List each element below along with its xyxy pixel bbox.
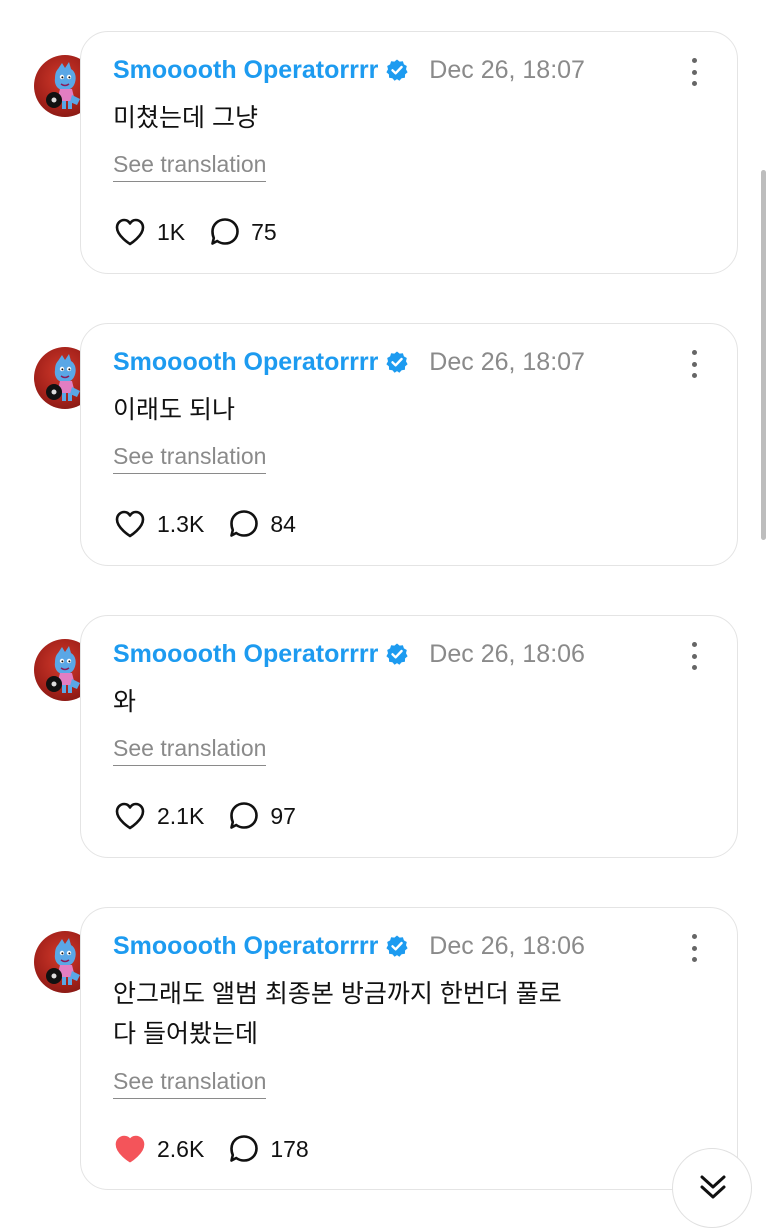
like-button[interactable]: 1K: [113, 216, 185, 248]
verified-badge-icon: [385, 58, 409, 82]
post-header: Smooooth Operatorrrr Dec 26, 18:07: [113, 55, 585, 85]
username[interactable]: Smooooth Operatorrrr: [113, 932, 378, 961]
post-text-line: 미쳤는데 그냥: [113, 104, 258, 132]
comment-count: 178: [270, 1135, 309, 1162]
verified-badge-icon: [385, 642, 409, 666]
comment-count: 97: [270, 802, 296, 829]
like-button[interactable]: 2.1K: [113, 800, 204, 832]
post-text: 이래도 되나: [113, 390, 673, 430]
speech-bubble-icon: [209, 216, 241, 248]
verified-badge-icon: [385, 350, 409, 374]
scroll-down-button[interactable]: [672, 1148, 752, 1228]
post-text: 미쳤는데 그냥: [113, 98, 673, 138]
post-date: Dec 26, 18:06: [429, 639, 585, 668]
post-text-line: 이래도 되나: [113, 396, 235, 424]
heart-icon: [113, 800, 147, 832]
speech-bubble-icon: [228, 800, 260, 832]
post-text: 와: [113, 682, 673, 722]
comment-count: 75: [251, 218, 277, 245]
post-date: Dec 26, 18:06: [429, 931, 585, 960]
username[interactable]: Smooooth Operatorrrr: [113, 56, 378, 85]
post-actions: 2.6K 178: [113, 1133, 309, 1165]
comment-button[interactable]: 75: [209, 216, 277, 248]
post-date: Dec 26, 18:07: [429, 55, 585, 84]
post-actions: 2.1K 97: [113, 800, 296, 832]
more-options-icon[interactable]: [689, 934, 699, 962]
post-header: Smooooth Operatorrrr Dec 26, 18:06: [113, 639, 585, 669]
post-header: Smooooth Operatorrrr Dec 26, 18:07: [113, 347, 585, 377]
scrollbar[interactable]: [761, 170, 766, 540]
more-options-icon[interactable]: [689, 58, 699, 86]
heart-icon: [113, 216, 147, 248]
post-card: Smooooth Operatorrrr Dec 26, 18:06 안그래도 …: [80, 907, 738, 1190]
comment-button[interactable]: 178: [228, 1133, 309, 1165]
post-date: Dec 26, 18:07: [429, 347, 585, 376]
comment-button[interactable]: 97: [228, 800, 296, 832]
like-count: 1K: [157, 218, 186, 245]
post-actions: 1K 75: [113, 216, 277, 248]
verified-badge-icon: [385, 934, 409, 958]
username[interactable]: Smooooth Operatorrrr: [113, 640, 378, 669]
speech-bubble-icon: [228, 508, 260, 540]
heart-icon: [113, 508, 147, 540]
like-count: 1.3K: [157, 510, 205, 537]
speech-bubble-icon: [228, 1133, 260, 1165]
post-card: Smooooth Operatorrrr Dec 26, 18:07 이래도 되…: [80, 323, 738, 566]
see-translation-link[interactable]: See translation: [113, 735, 267, 766]
heart-icon: [113, 1133, 147, 1165]
post-card: Smooooth Operatorrrr Dec 26, 18:07 미쳤는데 …: [80, 31, 738, 274]
post-header: Smooooth Operatorrrr Dec 26, 18:06: [113, 931, 585, 961]
comment-count: 84: [270, 510, 296, 537]
see-translation-link[interactable]: See translation: [113, 151, 267, 182]
username[interactable]: Smooooth Operatorrrr: [113, 348, 378, 377]
more-options-icon[interactable]: [689, 642, 699, 670]
see-translation-link[interactable]: See translation: [113, 1068, 267, 1099]
post-text-line: 와: [113, 688, 137, 716]
post-text: 안그래도 앨범 최종본 방금까지 한번더 풀로 다 들어봤는데: [113, 974, 673, 1054]
like-count: 2.6K: [157, 1135, 205, 1162]
post-card: Smooooth Operatorrrr Dec 26, 18:06 와 See…: [80, 615, 738, 858]
post-actions: 1.3K 84: [113, 508, 296, 540]
post-text-line: 안그래도 앨범 최종본 방금까지 한번더 풀로: [113, 980, 562, 1008]
post-text-line: 다 들어봤는데: [113, 1020, 258, 1048]
double-chevron-down-icon: [700, 1175, 726, 1199]
see-translation-link[interactable]: See translation: [113, 443, 267, 474]
like-count: 2.1K: [157, 802, 205, 829]
comment-button[interactable]: 84: [228, 508, 296, 540]
like-button[interactable]: 1.3K: [113, 508, 204, 540]
like-button[interactable]: 2.6K: [113, 1133, 204, 1165]
more-options-icon[interactable]: [689, 350, 699, 378]
